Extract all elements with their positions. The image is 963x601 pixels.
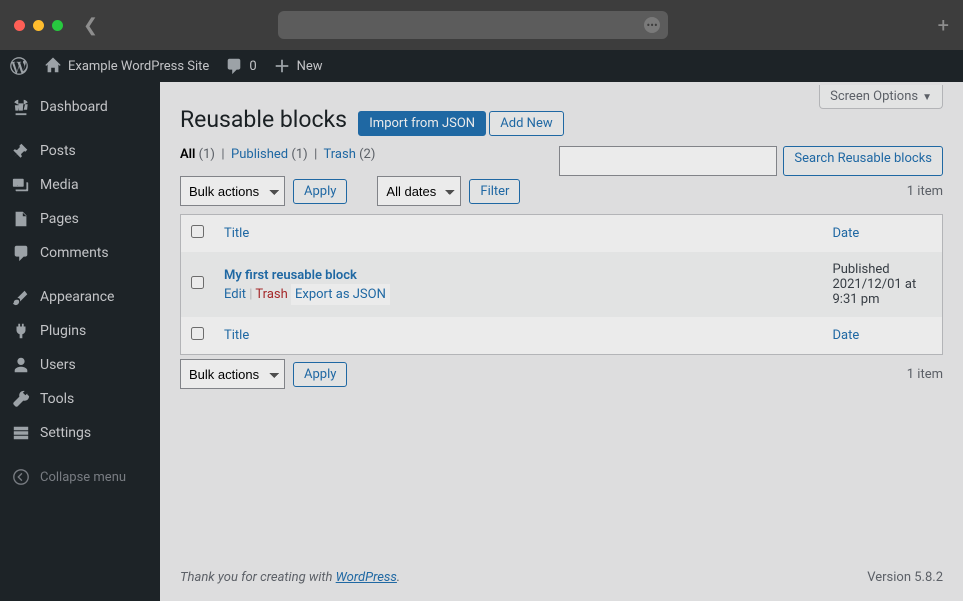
tablenav-bottom: Bulk actions Apply 1 item — [180, 359, 943, 389]
view-published-link[interactable]: Published — [231, 147, 288, 162]
main-content: Screen Options ▼ Reusable blocks Import f… — [160, 82, 963, 601]
media-icon — [12, 176, 30, 194]
browser-chrome: ❮ ••• + — [0, 0, 963, 50]
sidebar-item-dashboard[interactable]: Dashboard — [0, 90, 160, 124]
search-button[interactable]: Search Reusable blocks — [783, 146, 943, 176]
sidebar-item-label: Pages — [40, 211, 79, 227]
minimize-window-dot[interactable] — [33, 20, 44, 31]
brush-icon — [12, 288, 30, 306]
bulk-actions-select-top[interactable]: Bulk actions — [180, 176, 285, 206]
footer-wordpress-link[interactable]: WordPress — [336, 570, 397, 585]
collapse-menu-label: Collapse menu — [40, 470, 126, 485]
sidebar-item-label: Posts — [40, 143, 76, 159]
wp-logo-menu[interactable] — [10, 57, 28, 75]
select-all-checkbox-bottom[interactable] — [191, 327, 204, 340]
chevron-down-icon: ▼ — [922, 92, 932, 103]
wrench-icon — [12, 390, 30, 408]
sidebar-item-label: Plugins — [40, 323, 86, 339]
sidebar-item-label: Comments — [40, 245, 109, 261]
search-box: Search Reusable blocks — [559, 146, 943, 176]
window-traffic-lights — [14, 20, 63, 31]
screen-options-button[interactable]: Screen Options ▼ — [819, 85, 943, 109]
table-row: My first reusable block Edit | Trash Exp… — [181, 252, 943, 317]
user-icon — [12, 356, 30, 374]
sidebar-item-posts[interactable]: Posts — [0, 134, 160, 168]
add-new-button[interactable]: Add New — [489, 111, 563, 136]
row-action-edit[interactable]: Edit — [224, 287, 246, 302]
site-name-menu[interactable]: Example WordPress Site — [44, 57, 209, 75]
row-action-trash[interactable]: Trash — [255, 287, 287, 302]
url-bar[interactable]: ••• — [278, 11, 668, 39]
url-more-icon[interactable]: ••• — [644, 17, 660, 33]
page-title: Reusable blocks — [180, 106, 347, 133]
row-actions: Edit | Trash Export as JSON — [224, 287, 813, 302]
page-icon — [12, 210, 30, 228]
wordpress-logo-icon — [10, 57, 28, 75]
sidebar-item-settings[interactable]: Settings — [0, 416, 160, 450]
items-count-top: 1 item — [907, 184, 943, 199]
tablenav-top: Bulk actions Apply All dates Filter 1 it… — [180, 176, 943, 206]
sidebar-item-label: Appearance — [40, 289, 114, 305]
new-label: New — [297, 59, 323, 74]
sidebar-item-users[interactable]: Users — [0, 348, 160, 382]
sidebar-item-tools[interactable]: Tools — [0, 382, 160, 416]
sidebar-item-media[interactable]: Media — [0, 168, 160, 202]
footer-thanks-text: Thank you for creating with — [180, 570, 336, 585]
column-title-footer[interactable]: Title — [224, 328, 249, 343]
plug-icon — [12, 322, 30, 340]
admin-footer: Thank you for creating with WordPress. V… — [180, 554, 943, 601]
sidebar-item-comments[interactable]: Comments — [0, 236, 160, 270]
select-all-checkbox-top[interactable] — [191, 225, 204, 238]
sidebar-item-label: Settings — [40, 425, 91, 441]
search-input[interactable] — [559, 146, 777, 176]
site-title-label: Example WordPress Site — [68, 59, 209, 74]
items-count-bottom: 1 item — [907, 367, 943, 382]
home-icon — [44, 57, 62, 75]
comment-icon — [12, 244, 30, 262]
apply-button-top[interactable]: Apply — [293, 179, 347, 204]
sliders-icon — [12, 424, 30, 442]
sidebar-item-label: Tools — [40, 391, 74, 407]
collapse-icon — [12, 468, 30, 486]
row-title-link[interactable]: My first reusable block — [224, 268, 357, 283]
wp-admin-bar: Example WordPress Site 0 New — [0, 50, 963, 82]
column-title-header[interactable]: Title — [224, 226, 249, 241]
sidebar-item-pages[interactable]: Pages — [0, 202, 160, 236]
collapse-menu-button[interactable]: Collapse menu — [0, 460, 160, 494]
comments-menu[interactable]: 0 — [225, 57, 256, 75]
close-window-dot[interactable] — [14, 20, 25, 31]
view-all-link[interactable]: All (1) — [180, 147, 215, 162]
dashboard-icon — [12, 98, 30, 116]
row-action-export-json[interactable]: Export as JSON — [291, 284, 390, 305]
comments-count-label: 0 — [249, 59, 256, 74]
new-content-menu[interactable]: New — [273, 57, 323, 75]
row-checkbox[interactable] — [191, 276, 204, 289]
back-arrow-icon[interactable]: ❮ — [83, 15, 98, 36]
column-date-header[interactable]: Date — [833, 226, 860, 241]
sidebar-item-label: Users — [40, 357, 76, 373]
apply-button-bottom[interactable]: Apply — [293, 362, 347, 387]
filter-button[interactable]: Filter — [469, 179, 520, 204]
date-filter-select[interactable]: All dates — [377, 176, 461, 206]
fullscreen-window-dot[interactable] — [52, 20, 63, 31]
sidebar-item-label: Media — [40, 177, 79, 193]
comment-icon — [225, 57, 243, 75]
sidebar-item-label: Dashboard — [40, 99, 108, 115]
view-trash-link[interactable]: Trash — [324, 147, 356, 162]
admin-sidebar: Dashboard Posts Media Pages Comments App… — [0, 82, 160, 601]
plus-icon — [273, 57, 291, 75]
row-date: Published 2021/12/01 at 9:31 pm — [823, 252, 943, 317]
import-json-button[interactable]: Import from JSON — [358, 111, 486, 136]
footer-version: Version 5.8.2 — [867, 570, 943, 585]
new-tab-icon[interactable]: + — [938, 13, 949, 37]
list-table: Title Date My first reusable block Edit … — [180, 214, 943, 355]
sidebar-item-appearance[interactable]: Appearance — [0, 280, 160, 314]
sidebar-item-plugins[interactable]: Plugins — [0, 314, 160, 348]
screen-options-label: Screen Options — [830, 89, 918, 104]
pin-icon — [12, 142, 30, 160]
bulk-actions-select-bottom[interactable]: Bulk actions — [180, 359, 285, 389]
column-date-footer[interactable]: Date — [833, 328, 860, 343]
